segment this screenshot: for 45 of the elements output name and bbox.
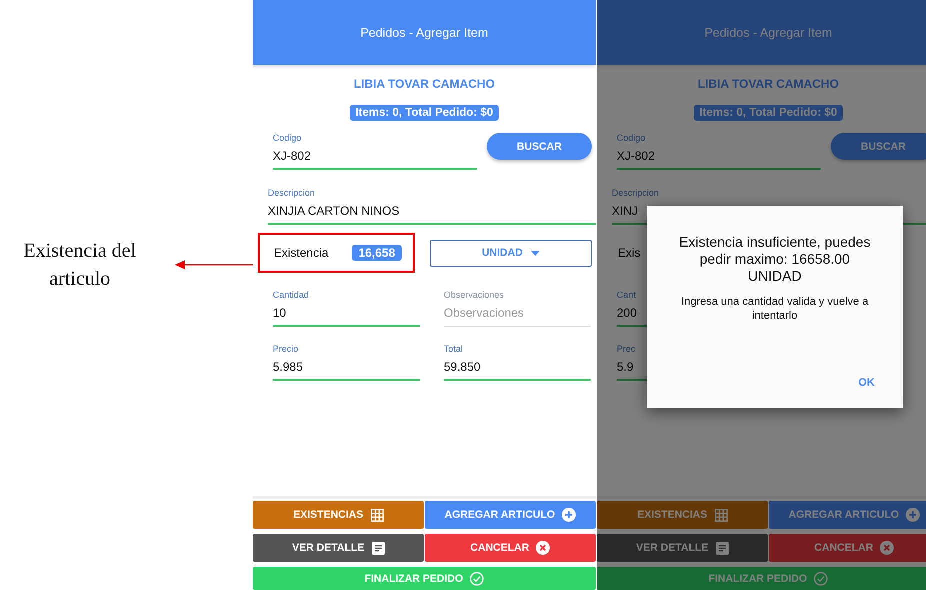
caret-icon: [530, 250, 540, 256]
customer-name: LIBIA TOVAR CAMACHO: [696, 77, 840, 91]
action-button[interactable]: EXISTENCIAS: [597, 501, 768, 529]
screen-title: Pedidos - Agregar Item: [704, 26, 832, 40]
document-icon: [372, 542, 385, 554]
customer-name: LIBIA TOVAR CAMACHO: [352, 77, 496, 91]
dialog-title: Existencia insuficiente, puedes pedir maximo: 16658.00 UNIDAD: [678, 234, 872, 284]
grid-icon: [714, 508, 728, 522]
action-button[interactable]: AGREGAR ARTICULO: [425, 501, 596, 529]
close-circle-icon: [536, 541, 550, 555]
unit-dropdown[interactable]: UNIDAD: [430, 240, 592, 266]
plus-circle-icon: [906, 508, 920, 522]
total-field[interactable]: Total 59.850: [444, 344, 591, 381]
dialog-message: Ingresa una cantidad valida y vuelve a intentarlo: [680, 296, 870, 324]
annotation-text: Existencia del articulo: [22, 239, 138, 292]
order-summary-badge: Items: 0, Total Pedido: $0: [350, 105, 500, 121]
close-circle-icon: [880, 541, 894, 555]
stock-badge: 16,658: [352, 245, 402, 261]
action-button[interactable]: EXISTENCIAS: [253, 501, 424, 529]
code-field[interactable]: Codigo XJ-802: [273, 133, 477, 170]
action-button[interactable]: CANCELAR: [425, 534, 596, 562]
price-field[interactable]: Precio 5.985: [273, 344, 420, 381]
grid-icon: [370, 508, 384, 522]
action-button[interactable]: VER DETALLE: [597, 534, 768, 562]
document-icon: [716, 542, 729, 554]
check-circle-icon: [470, 572, 484, 586]
action-button[interactable]: AGREGAR ARTICULO: [769, 501, 926, 529]
search-button[interactable]: BUSCAR: [831, 133, 926, 160]
screen-title: Pedidos - Agregar Item: [360, 26, 488, 40]
description-field[interactable]: Descripcion XINJIA CARTON NINOS: [268, 188, 596, 225]
stock-label: Existencia: [274, 246, 329, 260]
action-button[interactable]: VER DETALLE: [253, 534, 424, 562]
stock-label: Exis: [618, 246, 641, 260]
arrow-icon: [175, 259, 253, 271]
check-circle-icon: [814, 572, 828, 586]
order-summary-badge: Items: 0, Total Pedido: $0: [694, 105, 844, 121]
ok-button[interactable]: OK: [852, 376, 881, 390]
finish-order-button[interactable]: FINALIZAR PEDIDO: [253, 567, 596, 590]
plus-circle-icon: [562, 508, 576, 522]
action-button[interactable]: CANCELAR: [769, 534, 926, 562]
notes-label: Observaciones: [444, 290, 506, 300]
notes-field[interactable]: Observaciones: [444, 306, 591, 327]
search-button[interactable]: BUSCAR: [487, 133, 592, 160]
quantity-field[interactable]: Cantidad 10: [273, 290, 420, 327]
code-field[interactable]: Codigo XJ-802: [617, 133, 821, 170]
